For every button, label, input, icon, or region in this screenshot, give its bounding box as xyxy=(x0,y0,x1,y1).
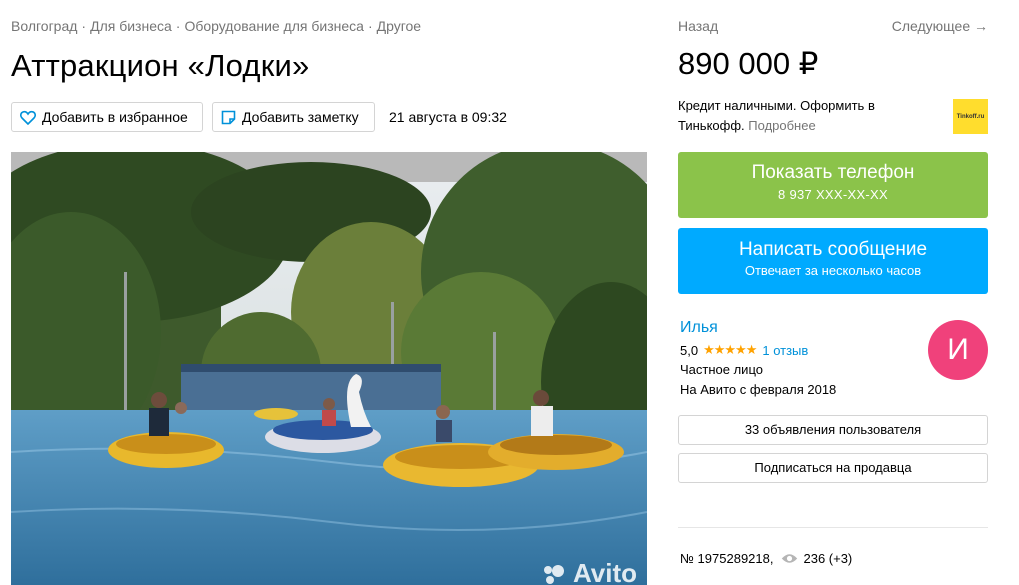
views-count: 236 (+3) xyxy=(803,551,853,566)
add-to-favorites-button[interactable]: Добавить в избранное xyxy=(11,102,203,132)
heart-icon xyxy=(20,110,36,125)
breadcrumb-item-city[interactable]: Волгоград xyxy=(11,18,77,34)
photo-watermark: Avito xyxy=(541,558,637,585)
seller-type: Частное лицо xyxy=(680,362,763,377)
camera-icon xyxy=(543,564,564,584)
breadcrumb-separator: · xyxy=(367,18,373,34)
add-note-button[interactable]: Добавить заметку xyxy=(212,102,375,132)
show-phone-label: Показать телефон xyxy=(751,162,915,183)
price: 890 000 ₽ xyxy=(678,46,819,81)
subscribe-seller-button[interactable]: Подписаться на продавца xyxy=(678,453,988,483)
avatar-letter: И xyxy=(947,333,969,366)
next-link[interactable]: Следующее → xyxy=(892,18,988,34)
send-message-label: Написать сообщение xyxy=(738,239,928,260)
breadcrumb-item-other[interactable]: Другое xyxy=(377,18,421,34)
credit-offer: Кредит наличными. Оформить в Тинькофф. П… xyxy=(678,96,928,136)
rating-value: 5,0 xyxy=(680,342,699,358)
listing-id: № 1975289218, xyxy=(680,551,774,566)
credit-more-link[interactable]: Подробнее xyxy=(748,118,815,133)
seller-ads-button[interactable]: 33 объявления пользователя xyxy=(678,415,988,445)
photo-illustration xyxy=(11,152,647,585)
listing-meta: № 1975289218, 236 (+3) xyxy=(680,551,852,566)
breadcrumb-separator: · xyxy=(81,18,87,34)
add-note-label: Добавить заметку xyxy=(242,109,359,125)
watermark-text: Avito xyxy=(572,558,637,585)
breadcrumb: Волгоград · Для бизнеса · Оборудование для б… xyxy=(11,18,421,34)
phone-number-masked: 8 937 XXX-XX-XX xyxy=(778,187,888,202)
breadcrumb-item-business[interactable]: Для бизнеса xyxy=(90,18,172,34)
seller-since: На Авито с февраля 2018 xyxy=(680,382,837,397)
post-date: 21 августа в 09:32 xyxy=(389,109,507,125)
listing-photo[interactable]: Avito xyxy=(11,152,647,585)
send-message-button[interactable]: Написать сообщение Отвечает за несколько… xyxy=(678,228,988,294)
back-link[interactable]: Назад xyxy=(678,18,718,34)
page-title: Аттракцион «Лодки» xyxy=(11,48,310,83)
breadcrumb-separator: · xyxy=(175,18,181,34)
add-to-favorites-label: Добавить в избранное xyxy=(42,109,188,125)
seller-name[interactable]: Илья xyxy=(680,319,718,337)
breadcrumb-item-equipment[interactable]: Оборудование для бизнеса xyxy=(184,18,363,34)
note-icon xyxy=(221,110,236,124)
eye-icon xyxy=(782,554,798,563)
avatar[interactable]: И xyxy=(928,320,988,380)
tinkoff-logo[interactable]: Tinkoff.ru xyxy=(953,99,988,134)
response-time: Отвечает за несколько часов xyxy=(744,263,922,278)
tinkoff-logo-text: Tinkoff.ru xyxy=(956,113,985,120)
star-rating-icon: ★★★★★ xyxy=(703,342,757,357)
show-phone-button[interactable]: Показать телефон 8 937 XXX-XX-XX xyxy=(678,152,988,218)
seller-rating: 5,0 ★★★★★ 1 отзыв xyxy=(680,342,808,358)
divider xyxy=(678,527,988,528)
reviews-link[interactable]: 1 отзыв xyxy=(762,343,808,358)
